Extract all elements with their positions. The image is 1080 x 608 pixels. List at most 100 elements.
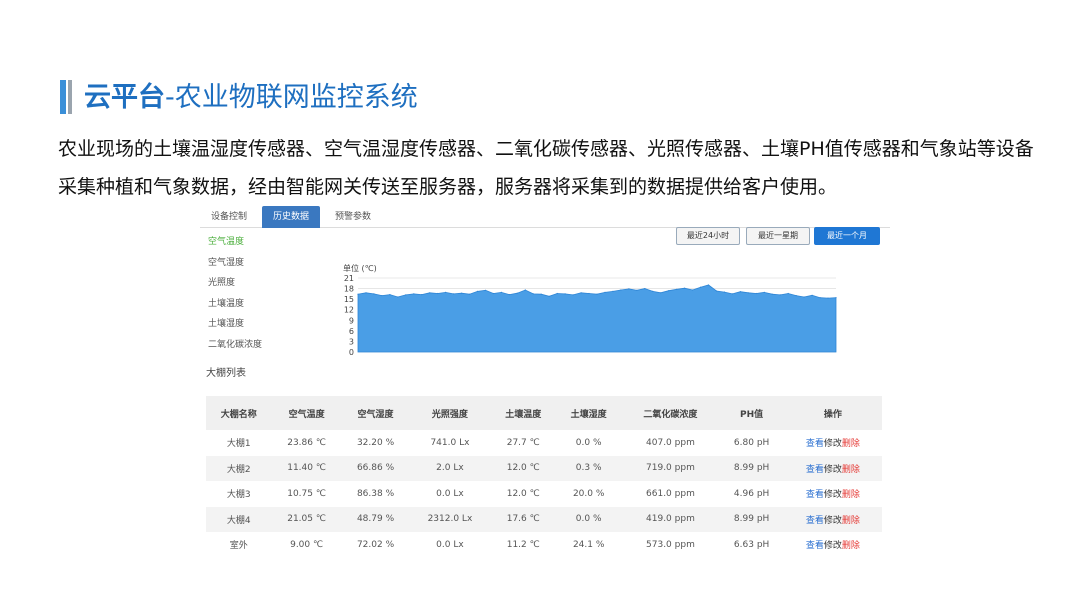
data-point: [700, 286, 702, 288]
data-point: [421, 294, 423, 296]
cell-air-temp: 23.86 ℃: [287, 437, 326, 448]
delete-link[interactable]: 删除: [842, 465, 860, 475]
data-point: [644, 288, 646, 290]
cell-ph: 4.96 pH: [733, 488, 770, 499]
view-link[interactable]: 查看: [806, 439, 824, 449]
data-point: [484, 289, 487, 291]
data-point: [492, 292, 494, 295]
data-point: [437, 292, 439, 295]
data-point: [707, 284, 710, 286]
data-point: [548, 295, 550, 297]
delete-link[interactable]: 删除: [842, 541, 860, 551]
cell-actions: 查看修改删除: [784, 430, 882, 456]
title-subject: -农业物联网监控系统: [165, 82, 418, 113]
edit-link[interactable]: 修改: [824, 490, 842, 500]
edit-link[interactable]: 修改: [824, 541, 842, 551]
range-month-button[interactable]: 最近一个月: [814, 227, 880, 245]
data-point: [692, 289, 694, 291]
data-point: [588, 292, 590, 295]
range-week-button[interactable]: 最近一星期: [746, 227, 810, 245]
delete-link[interactable]: 删除: [842, 490, 860, 500]
data-point: [620, 289, 622, 291]
edit-link[interactable]: 修改: [824, 516, 842, 526]
cell-light: 741.0 Lx: [430, 437, 470, 448]
data-point: [516, 292, 518, 294]
data-point: [819, 297, 821, 299]
data-point: [389, 294, 391, 296]
data-point: [524, 289, 526, 291]
y-tick-label: 6: [349, 327, 354, 336]
sidebar-item-air-temperature[interactable]: 空气温度: [208, 232, 318, 253]
data-point: [771, 293, 773, 295]
delete-link[interactable]: 删除: [842, 439, 860, 449]
view-link[interactable]: 查看: [806, 541, 824, 551]
col-header-name: 大棚名称: [206, 396, 272, 430]
data-point: [445, 291, 447, 293]
data-point: [500, 291, 502, 293]
view-link[interactable]: 查看: [806, 516, 824, 526]
data-point: [755, 292, 757, 295]
y-tick-label: 15: [344, 295, 354, 304]
greenhouse-table: 大棚名称 空气温度 空气湿度 光照强度 土壤温度 土壤湿度 二氧化碳浓度 PH值…: [206, 396, 882, 558]
y-tick-label: 12: [344, 306, 354, 315]
tab-device-control[interactable]: 设备控制: [200, 206, 258, 228]
data-point: [461, 292, 463, 294]
data-point: [763, 291, 765, 293]
cell-soil-temp: 12.0 ℃: [490, 455, 556, 481]
sidebar-item-air-humidity[interactable]: 空气湿度: [208, 253, 318, 274]
cell-co2: 407.0 ppm: [646, 437, 695, 448]
table-row: 室外 9.00 ℃ 72.02 % 0.0 Lx 11.2 ℃ 24.1 % 573.0 p…: [206, 532, 882, 558]
data-point: [532, 293, 534, 295]
data-point: [540, 293, 542, 295]
cell-light: 0.0 Lx: [436, 539, 464, 550]
sidebar-item-illuminance[interactable]: 光照度: [208, 273, 318, 294]
table-header-row: 大棚名称 空气温度 空气湿度 光照强度 土壤温度 土壤湿度 二氧化碳浓度 PH值…: [206, 396, 882, 430]
cell-soil-temp: 12.0 ℃: [506, 488, 540, 499]
data-point: [453, 293, 455, 295]
cell-soil-temp: 11.2 ℃: [506, 539, 540, 550]
data-point: [405, 294, 407, 296]
tab-history-data[interactable]: 历史数据: [262, 206, 320, 228]
tab-alert-params[interactable]: 预警参数: [324, 206, 382, 228]
data-point: [803, 296, 805, 298]
cell-soil-humidity: 0.0 %: [555, 506, 622, 532]
view-link[interactable]: 查看: [806, 465, 824, 475]
data-point: [676, 288, 678, 290]
cell-light: 2.0 Lx: [409, 455, 491, 481]
y-tick-label: 18: [344, 285, 354, 294]
title-accent-bar: [60, 80, 66, 114]
title-accent-bar-secondary: [68, 80, 72, 114]
data-point: [357, 293, 359, 295]
cell-soil-humidity: 24.1 %: [572, 539, 605, 550]
col-header-light: 光照强度: [409, 396, 491, 430]
col-header-soil-humidity: 土壤湿度: [555, 396, 622, 430]
page-title: 云平台-农业物联网监控系统: [84, 80, 418, 116]
y-tick-label: 21: [344, 274, 354, 283]
data-point: [397, 296, 399, 298]
data-point: [612, 290, 614, 292]
table-row: 大棚1 23.86 ℃ 32.20 % 741.0 Lx 27.7 ℃ 0.0 % 407.…: [206, 430, 882, 456]
range-24h-button[interactable]: 最近24小时: [676, 227, 740, 245]
delete-link[interactable]: 删除: [842, 516, 860, 526]
edit-link[interactable]: 修改: [824, 465, 842, 475]
data-point: [429, 292, 431, 294]
data-point: [373, 293, 375, 295]
cell-air-temp: 10.75 ℃: [287, 488, 326, 499]
cell-soil-temp: 27.7 ℃: [506, 437, 540, 448]
col-header-ph: PH值: [719, 396, 784, 430]
cell-soil-humidity: 0.0 %: [575, 437, 602, 448]
y-tick-label: 0: [349, 348, 354, 356]
data-point: [604, 291, 606, 293]
cell-name: 室外: [229, 541, 248, 552]
edit-link[interactable]: 修改: [824, 439, 842, 449]
view-link[interactable]: 查看: [806, 490, 824, 500]
sidebar-item-soil-humidity[interactable]: 土壤湿度: [208, 314, 318, 335]
sidebar-item-soil-temperature[interactable]: 土壤温度: [208, 294, 318, 315]
data-point: [564, 293, 566, 295]
cell-air-temp: 11.40 ℃: [271, 455, 342, 481]
cell-air-temp: 21.05 ℃: [271, 506, 342, 532]
data-point: [596, 293, 598, 295]
sidebar-item-co2[interactable]: 二氧化碳浓度: [208, 335, 318, 356]
data-point: [660, 292, 662, 294]
chart-unit-label: 单位 (℃): [343, 264, 377, 273]
